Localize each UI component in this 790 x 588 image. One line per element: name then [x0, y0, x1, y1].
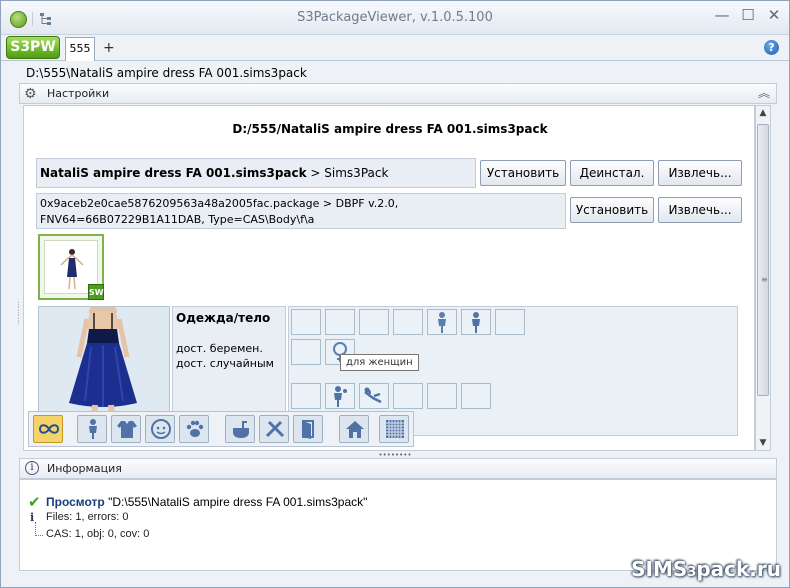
package-file-title: D:/555/NataliS ampire dress FA 001.sims3…: [232, 122, 548, 136]
resource-thumbnail[interactable]: SW: [38, 234, 104, 300]
tooltip-female: для женщин: [340, 354, 419, 371]
settings-scrollbar[interactable]: ▲ ≡ ▼: [755, 105, 771, 451]
file-path-label: D:\555\NataliS ampire dress FA 001.sims3…: [26, 66, 307, 80]
flag-cell[interactable]: [461, 383, 491, 409]
flag-cell[interactable]: [291, 383, 321, 409]
filter-body-button[interactable]: [77, 415, 107, 443]
filter-hair-button[interactable]: [145, 415, 175, 443]
extract-resource-button[interactable]: Извлечь...: [658, 197, 742, 223]
flag-cell[interactable]: [393, 383, 423, 409]
category-label: Одежда/тело: [176, 311, 271, 325]
flag-cell-swimwear[interactable]: [359, 383, 389, 409]
person-icon: [89, 419, 97, 439]
package-name: NataliS ampire dress FA 001.sims3pack: [40, 166, 307, 180]
s3pw-logo-button[interactable]: S3PW: [6, 36, 60, 59]
elder-icon: [472, 312, 480, 333]
info-panel-header[interactable]: i Информация: [19, 458, 777, 479]
property-random: дост. случайным: [176, 357, 274, 370]
help-icon[interactable]: ?: [764, 40, 779, 55]
info-header-label: Информация: [47, 462, 122, 475]
flag-cell[interactable]: [393, 309, 423, 335]
sw-badge: SW: [88, 284, 104, 300]
sink-icon: [233, 421, 249, 438]
everyday-outfit-icon: [334, 386, 347, 407]
gear-icon: ⚙: [24, 86, 37, 102]
title-bar: S3PackageViewer, v.1.0.5.100 — ☐ ✕: [1, 1, 789, 35]
filter-tools-button[interactable]: [259, 415, 289, 443]
filter-all-button[interactable]: [33, 415, 63, 443]
info-small-icon: i: [30, 511, 35, 524]
property-maternity: дост. беремен.: [176, 342, 263, 355]
flag-cell[interactable]: [291, 339, 321, 365]
paw-icon: [186, 420, 204, 437]
collapse-icon[interactable]: ︽: [758, 84, 770, 101]
pattern-icon: [386, 420, 404, 438]
log-action-path: "D:\555\NataliS ampire dress FA 001.sims…: [104, 495, 368, 509]
maximize-button[interactable]: ☐: [737, 6, 759, 24]
resource-line-1: 0x9aceb2e0cae5876209563a48a2005fac.packa…: [40, 197, 399, 210]
app-window: S3PackageViewer, v.1.0.5.100 — ☐ ✕ S3PW …: [0, 0, 790, 588]
filter-clothing-button[interactable]: [111, 415, 141, 443]
tools-icon: [265, 420, 285, 438]
house-icon: [346, 421, 364, 438]
minimize-button[interactable]: —: [711, 6, 733, 24]
uninstall-package-button[interactable]: Деинстал.: [570, 160, 654, 186]
flag-cell[interactable]: [427, 383, 457, 409]
tab-bar: S3PW 555 + ?: [1, 35, 789, 61]
scrollbar-thumb[interactable]: ≡: [757, 124, 769, 396]
info-icon: i: [25, 461, 39, 475]
resource-line-2: FNV64=66B07229B1A11DAB, Type=CAS\Body\f\…: [40, 213, 315, 226]
log-entry-files: Files: 1, errors: 0: [46, 511, 129, 523]
settings-content: D:/555/NataliS ampire dress FA 001.sims3…: [23, 105, 755, 451]
tab-555[interactable]: 555: [65, 37, 95, 61]
log-entry-cas: CAS: 1, obj: 0, cov: 0: [46, 528, 150, 540]
clothing-icon: [117, 421, 137, 438]
log-entry-view[interactable]: Просмотр "D:\555\NataliS ampire dress FA…: [46, 495, 367, 509]
settings-header-label: Настройки: [47, 87, 110, 100]
checkmark-icon: ✔: [28, 493, 41, 511]
filter-pets-button[interactable]: [179, 415, 209, 443]
splitter-handle[interactable]: ••••••••: [377, 452, 413, 459]
package-type: > Sims3Pack: [306, 166, 389, 180]
close-button[interactable]: ✕: [763, 6, 785, 24]
flag-cell-elder[interactable]: [461, 309, 491, 335]
swimwear-icon: [364, 387, 382, 404]
install-package-button[interactable]: Установить: [480, 160, 566, 186]
filter-house-button[interactable]: [339, 415, 369, 443]
tree-connector: [35, 522, 43, 536]
resource-row: 0x9aceb2e0cae5876209563a48a2005fac.packa…: [36, 193, 566, 229]
category-toolbar: [28, 411, 414, 447]
face-icon: [151, 419, 171, 439]
filter-build-button[interactable]: [225, 415, 255, 443]
flag-cell[interactable]: [359, 309, 389, 335]
sims3pack-watermark-logo: SIMS3pack.ru: [631, 557, 781, 581]
settings-panel-header[interactable]: ⚙ Настройки ︽: [19, 83, 777, 104]
door-icon: [302, 420, 314, 439]
scroll-down-arrow-icon[interactable]: ▼: [756, 438, 770, 448]
log-action: Просмотр: [46, 495, 105, 509]
left-splitter-handle[interactable]: ⋮ ⋮ ⋮: [15, 301, 22, 337]
flag-cell[interactable]: [325, 309, 355, 335]
filter-pattern-button[interactable]: [379, 415, 409, 443]
flag-cell-everyday[interactable]: [325, 383, 355, 409]
flag-cell-adult[interactable]: [427, 309, 457, 335]
filter-door-button[interactable]: [293, 415, 323, 443]
window-title: S3PackageViewer, v.1.0.5.100: [297, 10, 493, 25]
flag-cell[interactable]: [495, 309, 525, 335]
infinity-icon: [38, 424, 60, 434]
install-resource-button[interactable]: Установить: [570, 197, 654, 223]
add-tab-button[interactable]: +: [103, 40, 115, 56]
adult-icon: [438, 312, 446, 333]
flag-cell[interactable]: [291, 309, 321, 335]
package-row: NataliS ampire dress FA 001.sims3pack > …: [36, 158, 476, 188]
scroll-up-arrow-icon[interactable]: ▲: [756, 108, 770, 118]
extract-package-button[interactable]: Извлечь...: [658, 160, 742, 186]
